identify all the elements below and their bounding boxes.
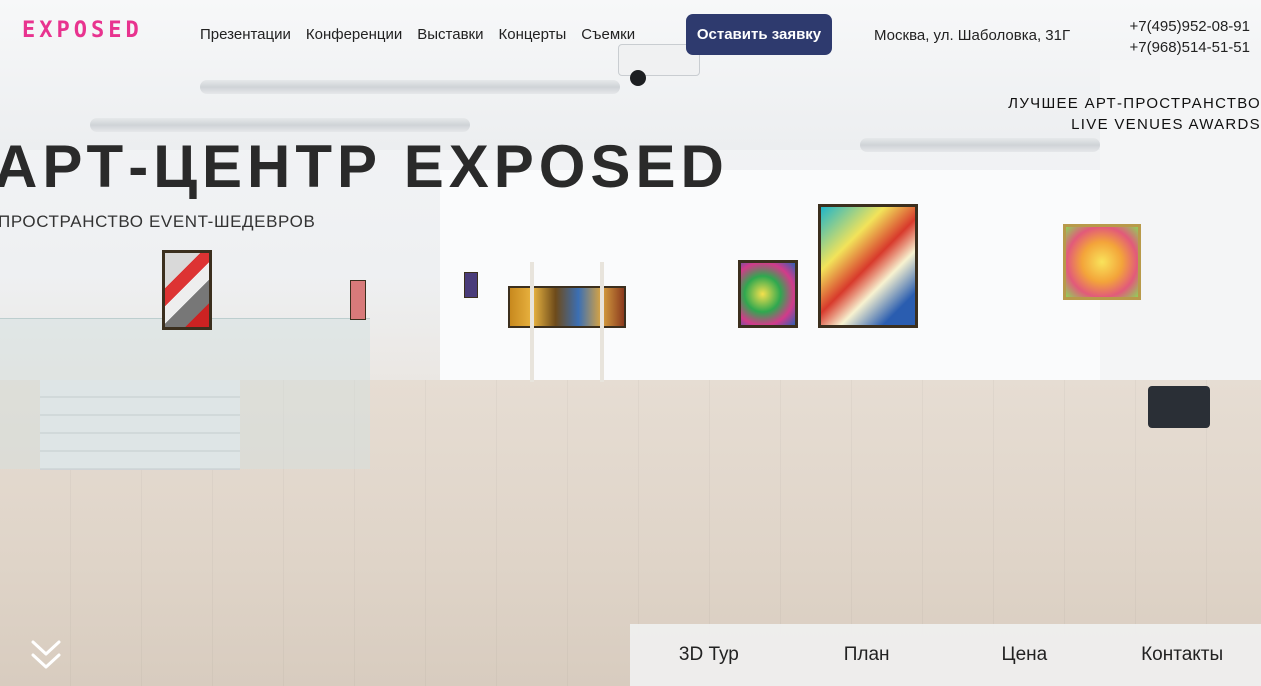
- ceiling-pipe: [90, 118, 470, 132]
- nav-item-shootings[interactable]: Съемки: [581, 26, 635, 43]
- award-line: ЛУЧШЕЕ АРТ-ПРОСТРАНСТВО: [1008, 95, 1261, 112]
- bottom-nav: 3D Тур План Цена Контакты: [630, 624, 1261, 686]
- painting: [738, 260, 798, 328]
- submit-request-button[interactable]: Оставить заявку: [686, 14, 832, 55]
- glass-railing: [0, 318, 370, 469]
- phone-list: +7(495)952-08-91 +7(968)514-51-51: [1129, 16, 1250, 58]
- main-nav: Презентации Конференции Выставки Концерт…: [200, 26, 635, 43]
- easel: [600, 262, 604, 382]
- phone-link[interactable]: +7(968)514-51-51: [1129, 37, 1250, 58]
- award-line: LIVE VENUES AWARDS: [1071, 116, 1261, 133]
- painting: [350, 280, 366, 320]
- nav-item-presentations[interactable]: Презентации: [200, 26, 291, 43]
- nav-item-exhibitions[interactable]: Выставки: [417, 26, 483, 43]
- address-text: Москва, ул. Шаболовка, 31Г: [874, 27, 1071, 44]
- painting: [162, 250, 212, 330]
- bottom-nav-3d-tour[interactable]: 3D Тур: [630, 644, 788, 666]
- painting: [1063, 224, 1141, 300]
- hero-title: АРТ-ЦЕНТР EXPOSED: [0, 133, 729, 200]
- phone-link[interactable]: +7(495)952-08-91: [1129, 16, 1250, 37]
- hero-subtitle: ПРОСТРАНСТВО EVENT-ШЕДЕВРОВ: [0, 212, 316, 231]
- nav-item-concerts[interactable]: Концерты: [499, 26, 567, 43]
- site-logo[interactable]: EXPOSED: [22, 18, 143, 43]
- double-chevron-down-icon[interactable]: [30, 638, 62, 672]
- painting: [464, 272, 478, 298]
- painting: [818, 204, 918, 328]
- nav-item-conferences[interactable]: Конференции: [306, 26, 402, 43]
- bottom-nav-contacts[interactable]: Контакты: [1103, 644, 1261, 666]
- bottom-nav-plan[interactable]: План: [788, 644, 946, 666]
- projector-lens: [630, 70, 646, 86]
- floor-speaker: [1148, 386, 1210, 428]
- ceiling-pipe: [200, 80, 620, 94]
- ceiling-pipe: [860, 138, 1100, 152]
- painting: [508, 286, 626, 328]
- award-badge: ЛУЧШЕЕ АРТ-ПРОСТРАНСТВО LIVE VENUES AWAR…: [1008, 93, 1261, 135]
- easel: [530, 262, 534, 382]
- bottom-nav-price[interactable]: Цена: [946, 644, 1104, 666]
